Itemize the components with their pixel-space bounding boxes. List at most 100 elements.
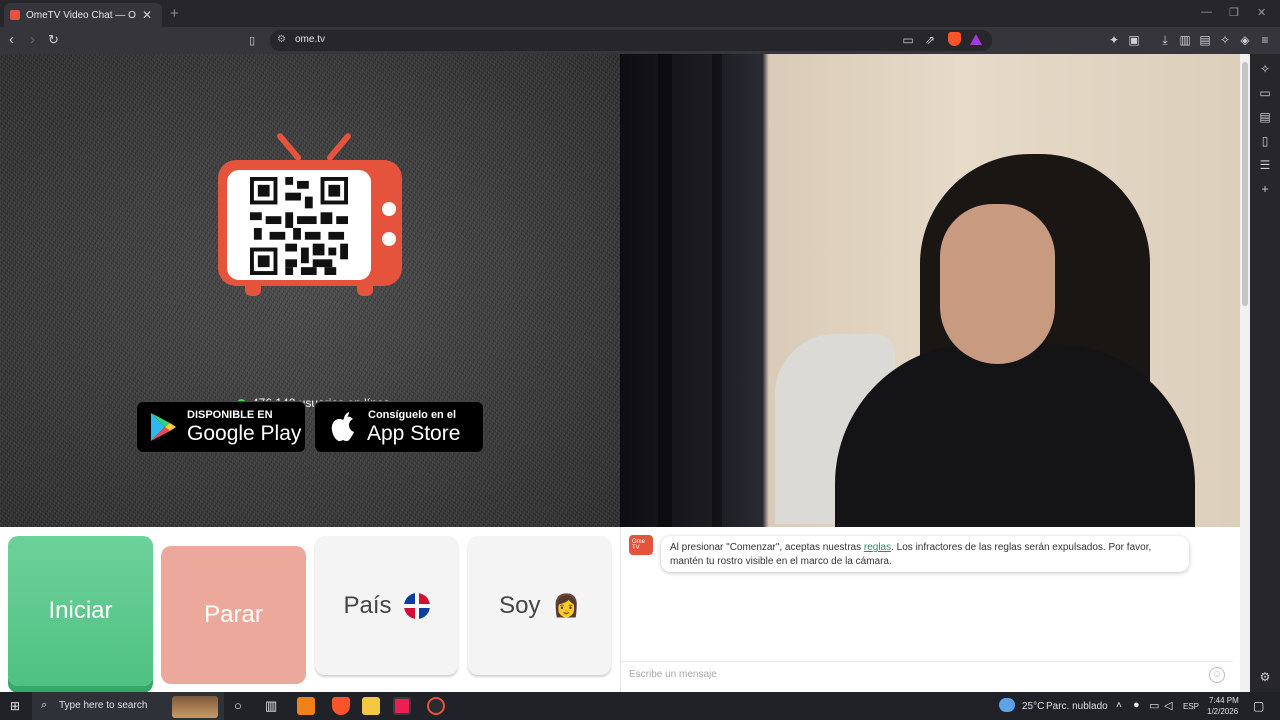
country-label: País [343, 591, 392, 619]
chat-panel: Ome TV Al presionar "Comenzar", aceptas … [620, 527, 1240, 692]
stop-button[interactable]: Parar [161, 546, 306, 684]
start-label: Iniciar [48, 597, 113, 624]
url-text: ome.tv [295, 34, 326, 45]
url-field[interactable]: ⚙ ome.tv [270, 30, 992, 51]
search-highlight-icon [172, 696, 218, 718]
search-icon: ⌕ [41, 699, 48, 711]
windows-start-icon[interactable]: ⊞ [10, 699, 20, 713]
google-play-caption: DISPONIBLE EN [187, 409, 273, 421]
address-bar: ‹ › ↻ ▯ ⚙ ome.tv ▭ ⇗ ✦ ▣ ⤓ ▥ ▤ ✧ ◈ ≡ [0, 27, 1280, 54]
back-icon[interactable]: ‹ [9, 31, 14, 48]
brave-shield-icon[interactable] [948, 32, 961, 46]
browser-sidebar: ✧ ▭ ▤ ▯ ☰ + ⚙ [1250, 54, 1280, 692]
tab-title: OmeTV Video Chat — Omeg [26, 9, 136, 21]
forward-icon[interactable]: › [30, 31, 35, 48]
volume-icon[interactable]: ◁ [1164, 699, 1172, 712]
microphone-icon[interactable]: ● [1133, 699, 1140, 711]
wallet-icon[interactable]: ▤ [1198, 33, 1212, 47]
google-play-icon [151, 413, 176, 441]
tv-antenna-left [275, 132, 303, 162]
downloads-icon[interactable]: ⤓ [1158, 33, 1172, 47]
task-view-icon[interactable]: ▥ [265, 698, 277, 714]
app-store-caption: Consíguelo en el [368, 409, 457, 421]
system-message: Al presionar "Comenzar", aceptas nuestra… [661, 536, 1189, 572]
taskbar-search[interactable]: ⌕ Type here to search [32, 692, 224, 720]
weather-condition: Parc. nublado [1046, 701, 1108, 712]
language-indicator[interactable]: ESP [1183, 702, 1199, 711]
menu-icon[interactable]: ≡ [1258, 33, 1272, 47]
cortana-icon[interactable]: ○ [234, 698, 242, 713]
sidebar-toggle-icon[interactable]: ▥ [1178, 33, 1192, 47]
sidebar-settings-icon[interactable]: ⚙ [1258, 670, 1272, 684]
add-panel-icon[interactable]: + [1258, 182, 1272, 196]
brave-rewards-icon[interactable] [970, 34, 982, 45]
share-icon[interactable]: ⇗ [923, 33, 937, 47]
tab-ometv[interactable]: OmeTV Video Chat — Omeg ✕ [4, 3, 162, 27]
brave-browser-icon[interactable] [332, 697, 350, 715]
notice-text-start: Al presionar "Comenzar", aceptas nuestra… [670, 542, 864, 553]
qr-code-icon[interactable] [250, 177, 348, 275]
clock-time[interactable]: 7:44 PM [1209, 696, 1239, 705]
clock-date[interactable]: 1/2/2026 [1207, 707, 1238, 716]
leo-icon[interactable]: ✧ [1218, 33, 1232, 47]
weather-icon[interactable] [999, 698, 1015, 712]
restore-button[interactable]: ❐ [1229, 6, 1239, 19]
cast-icon[interactable]: ▭ [901, 33, 915, 47]
curtain-fold [658, 54, 672, 527]
bookmark-icon[interactable]: ▯ [249, 34, 255, 47]
tv-antenna-right [325, 132, 353, 162]
rules-link[interactable]: reglas [864, 542, 891, 553]
recorder-icon[interactable] [427, 697, 445, 715]
chat-logo-text: Ome TV [632, 539, 646, 551]
wallet-icon[interactable]: ▤ [1258, 110, 1272, 124]
scrollbar-thumb[interactable] [1242, 62, 1248, 306]
network-icon[interactable]: ▭ [1149, 699, 1159, 712]
app-store-label: App Store [367, 422, 461, 445]
tab-favicon-icon [10, 10, 20, 20]
close-window-button[interactable]: ✕ [1257, 6, 1266, 19]
leo-ai-icon[interactable]: ✧ [1258, 62, 1272, 76]
reload-icon[interactable]: ↻ [48, 32, 59, 48]
video-person-face [940, 204, 1055, 364]
google-play-label: Google Play [187, 422, 302, 445]
bookmarks-icon[interactable]: ▯ [1258, 134, 1272, 148]
weather-temperature: 25°C [1022, 701, 1045, 712]
file-explorer-icon[interactable] [362, 697, 380, 715]
female-avatar-icon: 👩 [552, 592, 580, 618]
screenshot-icon[interactable]: ▣ [1127, 33, 1141, 47]
tiktok-icon[interactable] [393, 697, 411, 715]
start-button[interactable]: Iniciar [8, 536, 153, 686]
message-input[interactable]: Escribe un mensaje ☺ [621, 661, 1233, 687]
emoji-icon[interactable]: ☺ [1209, 667, 1225, 683]
ometv-logo-tv [217, 130, 403, 298]
taskbar-search-placeholder: Type here to search [59, 700, 148, 711]
ometv-chat-logo-icon: Ome TV [629, 535, 653, 555]
tray-expand-icon[interactable]: ˄ [1116, 700, 1122, 711]
vpn-icon[interactable]: ◈ [1238, 33, 1252, 47]
brave-talk-icon[interactable]: ▭ [1258, 86, 1272, 100]
country-button[interactable]: País [315, 536, 458, 675]
tab-bar: OmeTV Video Chat — Omeg ✕ + — ❐ ✕ [0, 0, 1280, 27]
ometv-page: 476.142 usuarios en línea DISPONIBLE EN … [0, 54, 1240, 692]
stop-label: Parar [204, 601, 263, 628]
curtain-fold [712, 54, 722, 527]
tv-leg [357, 282, 373, 296]
message-placeholder: Escribe un mensaje [629, 669, 717, 680]
local-video-placeholder: 476.142 usuarios en línea DISPONIBLE EN … [0, 54, 620, 527]
minimize-button[interactable]: — [1201, 6, 1212, 18]
google-play-button[interactable]: DISPONIBLE EN Google Play [136, 401, 306, 453]
gender-button[interactable]: Soy 👩 [468, 536, 611, 675]
dominican-flag-icon [403, 592, 430, 619]
app-store-button[interactable]: Consíguelo en el App Store [314, 401, 484, 453]
new-tab-button[interactable]: + [170, 5, 179, 22]
notifications-icon[interactable]: ▢ [1253, 699, 1264, 713]
windows-taskbar: ⊞ ⌕ Type here to search ○ ▥ 25°C Parc. n… [0, 692, 1280, 720]
site-info-icon[interactable]: ⚙ [277, 34, 286, 45]
taskbar-app-icon[interactable] [297, 697, 315, 715]
reading-list-icon[interactable]: ☰ [1258, 158, 1272, 172]
tab-close-icon[interactable]: ✕ [142, 8, 152, 22]
tv-knob [382, 202, 396, 216]
extensions-icon[interactable]: ✦ [1107, 33, 1121, 47]
tv-knob [382, 232, 396, 246]
gender-label: Soy [499, 591, 541, 619]
